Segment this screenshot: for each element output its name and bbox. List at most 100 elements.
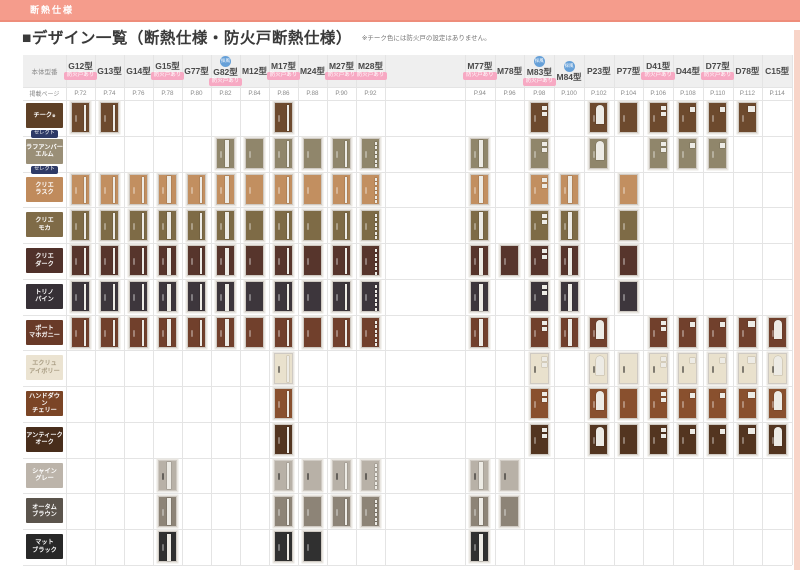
- door-handle: [104, 223, 106, 230]
- door-thumbnail-M24: [303, 531, 322, 562]
- page-cell-C15: P.114: [762, 87, 792, 100]
- door-handle: [220, 258, 222, 265]
- door-thumbnail-G14: [129, 317, 148, 348]
- model-column-header-D44: D44型: [673, 55, 703, 87]
- door-thumbnail-G15: [158, 460, 177, 491]
- door-glass-panel: [774, 427, 782, 446]
- grid-line: [385, 55, 386, 565]
- grid-line: [298, 55, 299, 565]
- door-glass-panel: [774, 320, 782, 339]
- door-handle: [623, 258, 625, 265]
- door-glass-stripe: [167, 176, 171, 203]
- door-thumbnail-M77: [470, 460, 489, 491]
- door-glass-slit: [142, 284, 144, 310]
- door-glass-panel: [596, 105, 604, 124]
- door-handle: [474, 294, 476, 301]
- door-glass-dot: [375, 477, 378, 480]
- door-thumbnail-M24: [303, 210, 322, 241]
- door-window: [542, 363, 547, 367]
- color-swatch: ハンドダウン チェリー: [26, 391, 63, 416]
- door-handle: [75, 115, 77, 122]
- door-glass-dot: [375, 308, 378, 311]
- door-glass-dot: [375, 486, 378, 489]
- door-handle: [278, 473, 280, 480]
- model-column-header-G77: G77型: [182, 55, 211, 87]
- grid-line: [584, 55, 585, 565]
- grid-line: [23, 565, 792, 566]
- door-thumbnail-P77: [619, 102, 638, 133]
- door-handle: [742, 366, 744, 373]
- banner-label: 断熱仕様: [30, 0, 74, 20]
- door-thumbnail-M78: [500, 245, 519, 276]
- door-handle: [712, 366, 714, 373]
- model-label: M83型: [527, 68, 552, 77]
- door-handle: [162, 223, 164, 230]
- door-glass-dot: [375, 299, 378, 302]
- model-label: M27型: [329, 62, 354, 71]
- page-cell-G13: P.74: [95, 87, 124, 100]
- door-handle: [365, 330, 367, 337]
- door-glass-stripe: [167, 498, 171, 525]
- door-thumbnail-G77: [187, 317, 206, 348]
- fire-door-badge: 防火戸あり: [701, 72, 735, 81]
- door-handle: [249, 151, 251, 158]
- door-glass-slit: [84, 213, 86, 239]
- page-cell-G15: P.78: [153, 87, 182, 100]
- door-window: [690, 107, 695, 112]
- door-handle: [249, 223, 251, 230]
- page-cell-M83: P.98: [524, 87, 554, 100]
- door-window: [542, 220, 547, 224]
- door-thumbnail-C15: [768, 424, 787, 455]
- door-handle: [712, 330, 714, 337]
- door-handle: [504, 258, 506, 265]
- door-glass-dot: [375, 468, 378, 471]
- door-window: [542, 327, 547, 331]
- door-thumbnail-C15: [768, 353, 787, 384]
- door-thumbnail-M77: [470, 245, 489, 276]
- door-glass-dot: [375, 509, 378, 512]
- door-thumbnail-G15: [158, 174, 177, 205]
- page-cell-G77: P.80: [182, 87, 211, 100]
- grid-line: [23, 279, 792, 280]
- model-column-header-G12: G12型防火戸あり: [66, 55, 95, 87]
- door-handle: [474, 473, 476, 480]
- door-thumbnail-D44: [678, 388, 697, 419]
- door-thumbnail-G14: [129, 210, 148, 241]
- door-glass-slit: [345, 177, 347, 203]
- door-thumbnail-M28: [361, 210, 380, 241]
- door-handle: [653, 401, 655, 408]
- door-thumbnail-D77: [708, 424, 727, 455]
- door-glass-stripe: [225, 176, 229, 203]
- door-glass-slit: [345, 248, 347, 274]
- grid-line: [23, 458, 792, 459]
- model-column-header-G82: 採風G82型防火戸あり: [211, 55, 240, 87]
- door-window: [720, 143, 725, 148]
- door-window: [690, 393, 695, 398]
- page-cell-M12: P.84: [240, 87, 269, 100]
- door-glass-stripe: [225, 248, 229, 275]
- door-window: [720, 322, 725, 327]
- grid-line: [240, 55, 241, 565]
- page-cell-P23: P.102: [584, 87, 614, 100]
- door-handle: [474, 330, 476, 337]
- door-handle: [191, 258, 193, 265]
- door-handle: [653, 437, 655, 444]
- door-handle: [365, 223, 367, 230]
- door-handle: [564, 223, 566, 230]
- door-glass-stripe: [167, 319, 171, 346]
- color-swatch: オータム ブラウン: [26, 498, 63, 523]
- door-handle: [653, 151, 655, 158]
- door-window-grid: [748, 106, 755, 112]
- door-handle: [682, 366, 684, 373]
- grid-line: [66, 55, 67, 565]
- page-cell-D78: P.112: [733, 87, 763, 100]
- door-window: [542, 142, 547, 146]
- design-matrix-table: 本体型番 掲載ページ G12型防火戸ありP.72G13型P.74G14型P.76…: [23, 55, 792, 566]
- door-handle: [593, 401, 595, 408]
- door-handle: [336, 187, 338, 194]
- door-thumbnail-P23: [589, 353, 608, 384]
- door-thumbnail-P77: [619, 281, 638, 312]
- door-glass-slit: [113, 105, 115, 131]
- door-glass-slit: [200, 248, 202, 274]
- door-handle: [336, 151, 338, 158]
